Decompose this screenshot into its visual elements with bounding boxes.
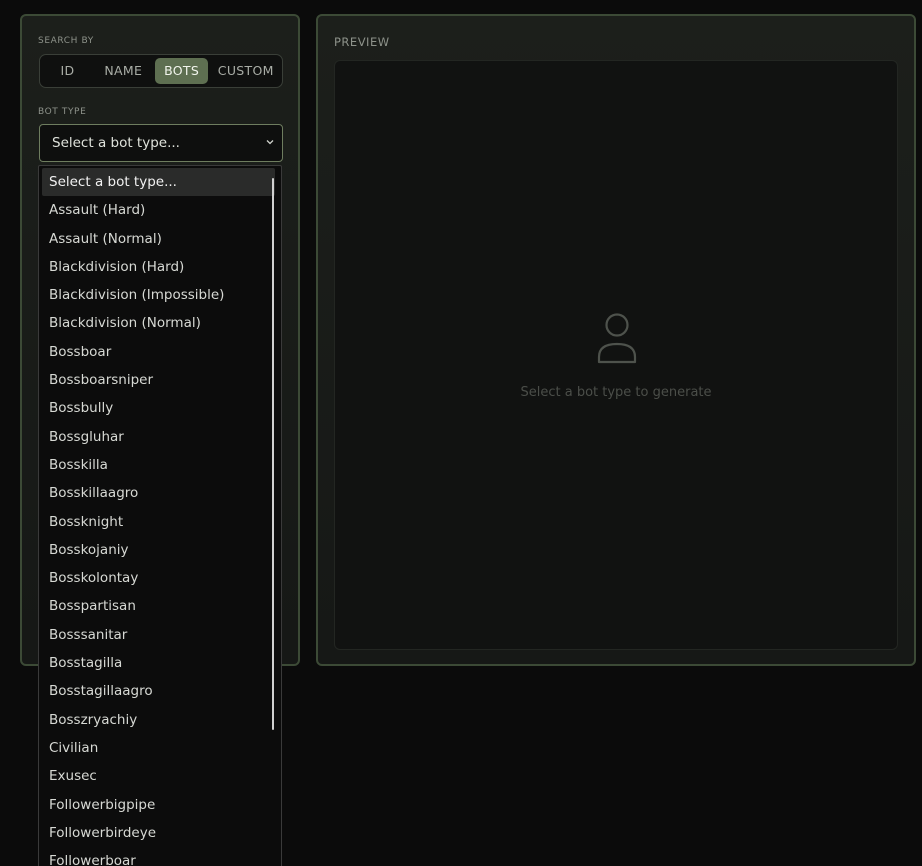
search-mode-name-button[interactable]: NAME: [96, 58, 151, 84]
dropdown-option[interactable]: Followerbigpipe: [39, 791, 281, 819]
dropdown-option[interactable]: Bosspartisan: [39, 592, 281, 620]
dropdown-option[interactable]: Bosssanitar: [39, 621, 281, 649]
dropdown-option[interactable]: Bossboarsniper: [39, 366, 281, 394]
bot-type-dropdown-list: Select a bot type... Assault (Hard) Assa…: [38, 165, 282, 866]
dropdown-option[interactable]: Blackdivision (Normal): [39, 309, 281, 337]
dropdown-option[interactable]: Blackdivision (Hard): [39, 253, 281, 281]
app-root: SEARCH BY ID NAME BOTS CUSTOM BOT TYPE S…: [0, 0, 922, 866]
search-mode-custom-button[interactable]: CUSTOM: [212, 58, 279, 84]
preview-area: Select a bot type to generate: [334, 60, 898, 650]
bot-type-select[interactable]: Select a bot type...: [39, 124, 283, 162]
dropdown-option[interactable]: Bosskolontay: [39, 564, 281, 592]
dropdown-option[interactable]: Assault (Hard): [39, 196, 281, 224]
dropdown-option[interactable]: Bossbully: [39, 394, 281, 422]
chevron-down-icon: [266, 140, 274, 145]
bot-type-select-value: Select a bot type...: [52, 135, 180, 151]
dropdown-option[interactable]: Bossknight: [39, 508, 281, 536]
bot-type-label: BOT TYPE: [38, 107, 87, 117]
dropdown-option[interactable]: Followerboar: [39, 847, 281, 866]
dropdown-option[interactable]: Bosskilla: [39, 451, 281, 479]
dropdown-option[interactable]: Exusec: [39, 762, 281, 790]
dropdown-option[interactable]: Bosskojaniy: [39, 536, 281, 564]
search-by-label: SEARCH BY: [38, 36, 94, 46]
person-outline-icon: [597, 313, 637, 364]
dropdown-option[interactable]: Assault (Normal): [39, 225, 281, 253]
dropdown-scrollbar[interactable]: [272, 178, 274, 730]
dropdown-option[interactable]: Civilian: [39, 734, 281, 762]
dropdown-option[interactable]: Followerbirdeye: [39, 819, 281, 847]
preview-panel: PREVIEW Select a bot type to generate: [316, 14, 916, 666]
dropdown-option[interactable]: Select a bot type...: [42, 168, 275, 197]
dropdown-option[interactable]: Bosszryachiy: [39, 706, 281, 734]
search-mode-id-button[interactable]: ID: [43, 58, 92, 84]
dropdown-option[interactable]: Bosskillaagro: [39, 479, 281, 507]
dropdown-option[interactable]: Bosstagilla: [39, 649, 281, 677]
search-mode-bots-button[interactable]: BOTS: [154, 58, 209, 84]
dropdown-option[interactable]: Bossgluhar: [39, 423, 281, 451]
preview-hint-text: Select a bot type to generate: [520, 385, 712, 400]
dropdown-option[interactable]: Bosstagillaagro: [39, 677, 281, 705]
search-mode-toggle: ID NAME BOTS CUSTOM: [39, 54, 283, 88]
dropdown-option[interactable]: Blackdivision (Impossible): [39, 281, 281, 309]
preview-label: PREVIEW: [334, 35, 390, 49]
dropdown-option[interactable]: Bossboar: [39, 338, 281, 366]
